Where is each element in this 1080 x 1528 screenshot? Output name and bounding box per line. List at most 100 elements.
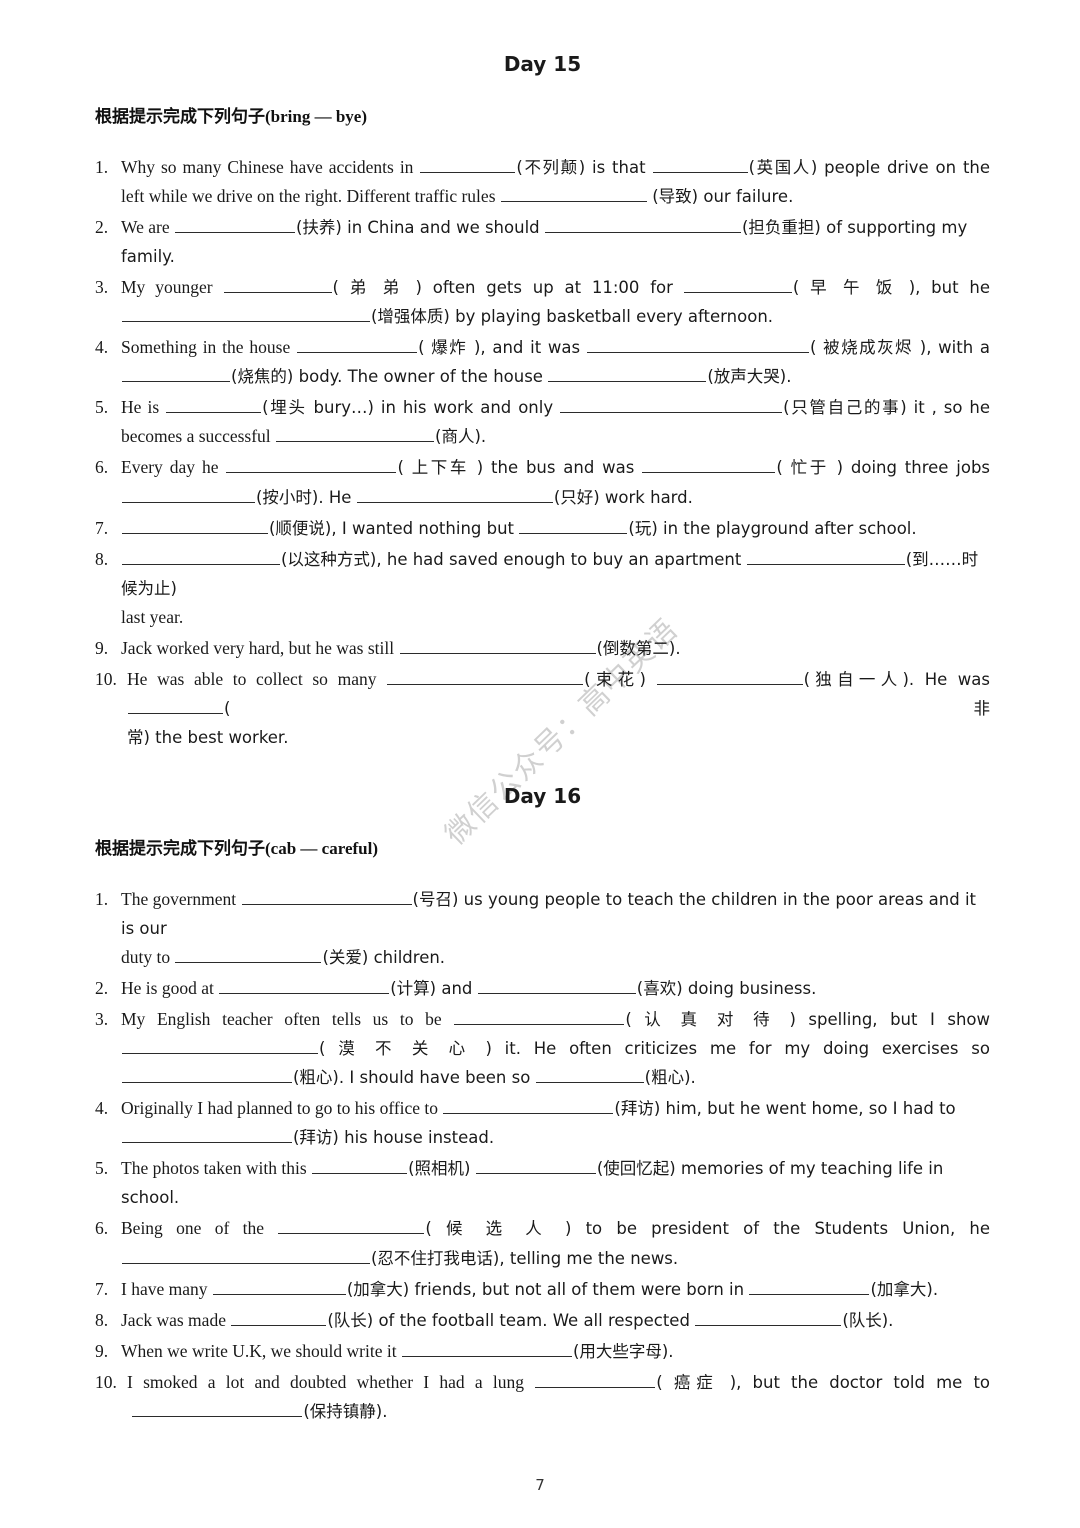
question-text: Jack worked very hard, but he was still <box>121 637 395 658</box>
question-text: Being one of the <box>121 1218 265 1239</box>
answer-blank[interactable] <box>560 396 783 414</box>
question-item: 7. (顺便说), I wanted nothing but (玩) in th… <box>95 514 990 543</box>
answer-blank[interactable] <box>683 276 792 294</box>
answer-blank[interactable] <box>128 696 223 714</box>
answer-blank[interactable] <box>454 1008 625 1026</box>
question-hint: (计算) and <box>390 979 473 999</box>
answer-blank[interactable] <box>545 215 741 234</box>
page-number: 7 <box>535 1476 545 1494</box>
answer-blank[interactable] <box>226 456 397 474</box>
question-text: left while we drive on the right. Differ… <box>121 186 496 207</box>
question-hint: ( 漠 不 关 心 ) it. He often criticizes me f… <box>319 1039 990 1059</box>
answer-blank[interactable] <box>399 636 596 654</box>
answer-blank[interactable] <box>356 485 553 503</box>
question-text: Originally I had planned to go to his of… <box>121 1098 439 1119</box>
question-item: 2. He is good at (计算) and (喜欢) doing bus… <box>95 974 990 1003</box>
answer-blank[interactable] <box>312 1157 408 1175</box>
question-hint: ( 爆炸 ), and it was <box>418 338 581 358</box>
question-hint: (独自一人). He was <box>803 669 991 689</box>
answer-blank[interactable] <box>443 1097 614 1115</box>
question-item: 8. (以这种方式), he had saved enough to buy a… <box>95 545 990 632</box>
answer-blank[interactable] <box>642 456 776 474</box>
answer-blank[interactable] <box>175 215 295 234</box>
document-page: 微信公众号：高中英语 Day 15 根据提示完成下列句子(bring — bye… <box>0 0 1080 1528</box>
question-hint: (导致) our failure. <box>652 187 794 207</box>
question-number: 2. <box>95 978 109 999</box>
question-text: last year. <box>121 606 184 627</box>
question-text: I smoked a lot and doubted whether I had… <box>127 1371 525 1392</box>
question-line: The government (号召) us young people to t… <box>121 885 990 943</box>
answer-blank[interactable] <box>276 425 435 443</box>
question-hint: (用大些字母). <box>572 1341 674 1361</box>
answer-blank[interactable] <box>122 365 230 383</box>
answer-blank[interactable] <box>278 1217 425 1235</box>
answer-blank[interactable] <box>475 1157 596 1175</box>
question-item: 9. When we write U.K, we should write it… <box>95 1337 990 1366</box>
answer-blank[interactable] <box>695 1308 842 1326</box>
answer-blank[interactable] <box>122 485 255 503</box>
answer-blank[interactable] <box>548 365 707 383</box>
answer-blank[interactable] <box>122 516 268 534</box>
question-hint: (保持镇静). <box>303 1401 388 1421</box>
question-item: 7. I have many (加拿大) friends, but not al… <box>95 1275 990 1304</box>
section-heading-cn: 根据提示完成下列句子 <box>95 107 265 127</box>
answer-blank[interactable] <box>500 184 647 203</box>
question-hint: (拜访) him, but he went home, so I had to <box>614 1099 956 1119</box>
answer-blank[interactable] <box>175 945 322 964</box>
answer-blank[interactable] <box>122 1066 292 1084</box>
section-heading-cn: 根据提示完成下列句子 <box>95 838 265 859</box>
answer-blank[interactable] <box>241 887 412 905</box>
answer-blank[interactable] <box>122 305 370 323</box>
question-hint: (忍不住打我电话), telling me the news. <box>371 1248 679 1268</box>
section-heading-range: (cab — careful) <box>265 838 378 858</box>
section-heading-day-15: 根据提示完成下列句子(bring — bye) <box>95 102 990 127</box>
answer-blank[interactable] <box>519 516 628 534</box>
question-number: 6. <box>95 1218 109 1239</box>
question-text: I have many <box>121 1278 208 1299</box>
answer-blank[interactable] <box>132 1399 303 1417</box>
question-line: (烧焦的) body. The owner of the house (放声大哭… <box>121 362 990 391</box>
question-item: 1. Why so many Chinese have accidents in… <box>95 153 990 211</box>
question-line: When we write U.K, we should write it (用… <box>121 1337 990 1366</box>
answer-blank[interactable] <box>401 1339 572 1357</box>
question-item: 9. Jack worked very hard, but he was sti… <box>95 634 990 663</box>
question-text: When we write U.K, we should write it <box>121 1340 397 1361</box>
question-hint: (放声大哭). <box>707 367 792 387</box>
question-item: 6. Every day he ( 上下车 ) the bus and was … <box>95 453 990 511</box>
question-line: Jack worked very hard, but he was still … <box>121 634 990 663</box>
answer-blank[interactable] <box>219 976 390 995</box>
answer-blank[interactable] <box>122 547 280 565</box>
answer-blank[interactable] <box>586 336 809 354</box>
question-line: last year. <box>121 603 990 632</box>
answer-blank[interactable] <box>122 1037 318 1055</box>
question-item: 4. Something in the house ( 爆炸 ), and it… <box>95 333 990 391</box>
answer-blank[interactable] <box>652 155 748 173</box>
question-hint: (只好) work hard. <box>553 487 693 507</box>
answer-blank[interactable] <box>297 336 418 354</box>
answer-blank[interactable] <box>122 1126 292 1144</box>
answer-blank[interactable] <box>212 1277 346 1295</box>
question-number: 7. <box>95 517 109 538</box>
answer-blank[interactable] <box>746 547 905 565</box>
question-number: 1. <box>95 157 109 177</box>
section-heading-range: (bring — bye) <box>265 107 367 126</box>
answer-blank[interactable] <box>535 1066 644 1084</box>
question-text: The government <box>121 888 237 909</box>
question-hint: (顺便说), I wanted nothing but <box>269 518 515 538</box>
answer-blank[interactable] <box>749 1277 870 1295</box>
answer-blank[interactable] <box>231 1308 327 1326</box>
answer-blank[interactable] <box>656 667 803 685</box>
answer-blank[interactable] <box>223 276 332 294</box>
question-text: We are <box>121 217 170 238</box>
answer-blank[interactable] <box>387 667 584 685</box>
question-item: 10. I smoked a lot and doubted whether I… <box>95 1368 990 1426</box>
question-text: Something in the house <box>121 337 291 358</box>
question-line: Something in the house ( 爆炸 ), and it wa… <box>121 333 990 362</box>
question-line: The photos taken with this (照相机) (使回忆起) … <box>121 1154 990 1212</box>
answer-blank[interactable] <box>477 976 636 995</box>
answer-blank[interactable] <box>535 1370 656 1388</box>
answer-blank[interactable] <box>122 1246 370 1264</box>
question-number: 4. <box>95 337 109 358</box>
answer-blank[interactable] <box>420 155 516 173</box>
answer-blank[interactable] <box>166 396 262 414</box>
